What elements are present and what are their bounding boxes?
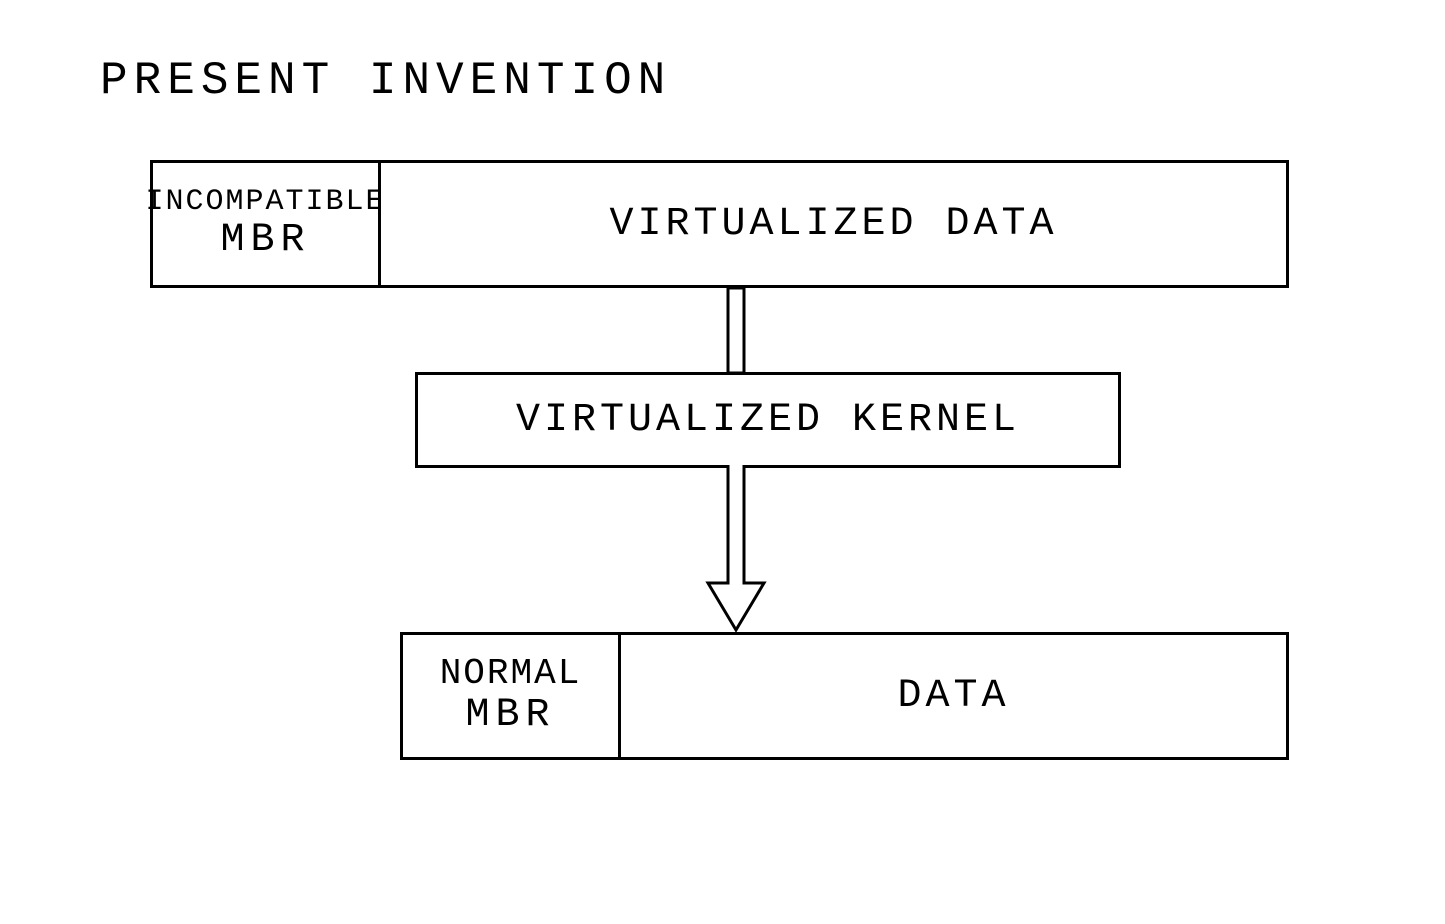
top-row: INCOMPATIBLE MBR VIRTUALIZED DATA <box>150 160 1289 288</box>
normal-label: NORMAL <box>440 654 582 694</box>
data-cell: DATA <box>621 632 1289 760</box>
arrow-middle-to-bottom <box>700 465 772 635</box>
incompatible-label: INCOMPATIBLE <box>145 186 385 219</box>
virtualized-data-cell: VIRTUALIZED DATA <box>381 160 1289 288</box>
bottom-row: NORMAL MBR DATA <box>400 632 1289 760</box>
normal-mbr-cell: NORMAL MBR <box>400 632 621 760</box>
diagram-title: PRESENT INVENTION <box>100 55 671 107</box>
virtualized-kernel-box: VIRTUALIZED KERNEL <box>415 372 1121 468</box>
mbr-label-bottom: MBR <box>465 694 555 738</box>
virtualized-kernel-label: VIRTUALIZED KERNEL <box>516 398 1020 443</box>
mbr-label-top: MBR <box>220 219 310 263</box>
data-label: DATA <box>897 674 1009 719</box>
incompatible-mbr-cell: INCOMPATIBLE MBR <box>150 160 381 288</box>
virtualized-data-label: VIRTUALIZED DATA <box>609 202 1057 247</box>
